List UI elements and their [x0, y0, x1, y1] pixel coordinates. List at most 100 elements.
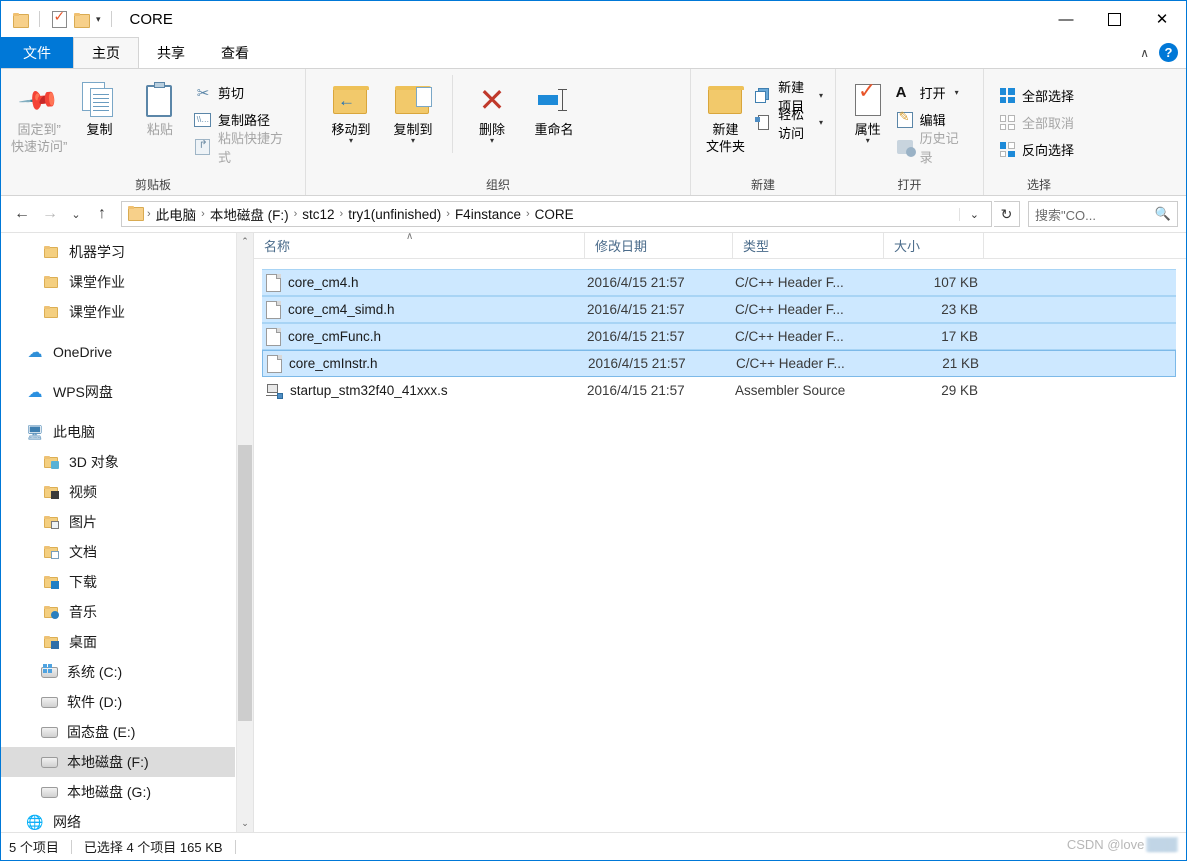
maximize-button[interactable]	[1090, 1, 1138, 37]
table-row[interactable]: core_cmInstr.h 2016/4/15 21:57 C/C++ Hea…	[262, 350, 1176, 377]
chevron-down-icon[interactable]: ▾	[955, 88, 959, 97]
explorer-body: 机器学习 课堂作业 课堂作业 ☁ OneDrive ☁ WPS网盘 🖥 此电脑 …	[1, 231, 1186, 832]
new-folder-button[interactable]: 新建 文件夹	[701, 75, 750, 155]
chevron-down-icon[interactable]: ▾	[349, 137, 353, 145]
scroll-up-icon[interactable]: ⌃	[237, 233, 253, 250]
column-type[interactable]: 类型	[733, 232, 884, 259]
tab-file[interactable]: 文件	[1, 37, 73, 68]
sidebar-item-system-c[interactable]: 系统 (C:)	[1, 657, 235, 687]
recent-locations-button[interactable]: ⌄	[65, 201, 87, 227]
scrollbar-thumb[interactable]	[238, 445, 252, 721]
sidebar-item-pictures[interactable]: 图片	[1, 507, 235, 537]
rename-button[interactable]: 重命名	[523, 75, 585, 138]
sidebar-item-classwork-1[interactable]: 课堂作业	[1, 267, 235, 297]
chevron-down-icon[interactable]: ▾	[411, 137, 415, 145]
forward-button[interactable]: →	[37, 201, 63, 227]
navigation-pane[interactable]: 机器学习 课堂作业 课堂作业 ☁ OneDrive ☁ WPS网盘 🖥 此电脑 …	[1, 233, 253, 832]
sidebar-item-drive-g[interactable]: 本地磁盘 (G:)	[1, 777, 235, 807]
breadcrumb-item-5[interactable]: CORE	[532, 207, 577, 222]
copy-button[interactable]: 复制	[69, 75, 129, 138]
breadcrumb-item-0[interactable]: 此电脑	[153, 204, 200, 224]
chevron-down-icon[interactable]: ▾	[490, 137, 494, 145]
tab-share[interactable]: 共享	[139, 37, 203, 68]
collapse-ribbon-icon[interactable]: ∧	[1140, 46, 1149, 60]
sidebar-item-network[interactable]: 🌐 网络	[1, 807, 235, 832]
drive-icon	[39, 692, 59, 712]
chevron-down-icon[interactable]: ▾	[819, 118, 823, 127]
breadcrumb-dropdown[interactable]: ⌄	[958, 207, 989, 221]
history-button[interactable]: 历史记录	[892, 131, 975, 165]
move-to-button[interactable]: ← 移动到 ▾	[320, 75, 382, 145]
open-with-button[interactable]: A 打开 ▾	[892, 80, 975, 105]
new-folder-quick-icon[interactable]	[70, 8, 92, 30]
select-all-button[interactable]: 全部选择	[994, 83, 1078, 108]
chevron-down-icon[interactable]: ▾	[819, 91, 823, 100]
crumb-sep-1: ›	[201, 208, 205, 220]
help-icon[interactable]: ?	[1159, 43, 1178, 62]
tab-home[interactable]: 主页	[73, 37, 139, 68]
breadcrumb-item-3[interactable]: try1(unfinished)	[345, 207, 444, 222]
cut-button[interactable]: ✂ 剪切	[190, 80, 297, 105]
paste-button[interactable]: 粘贴	[130, 75, 190, 138]
sidebar-item-wps-cloud[interactable]: ☁ WPS网盘	[1, 377, 235, 407]
sidebar-item-videos[interactable]: 视频	[1, 477, 235, 507]
sidebar-item-documents[interactable]: 文档	[1, 537, 235, 567]
sidebar-item-machine-learning[interactable]: 机器学习	[1, 237, 235, 267]
breadcrumb-item-1[interactable]: 本地磁盘 (F:)	[207, 204, 292, 224]
up-button[interactable]: ↑	[89, 201, 115, 227]
copy-to-button[interactable]: 复制到 ▾	[382, 75, 444, 145]
pin-to-quick-access-button[interactable]: 📌 固定到” 快速访问”	[9, 75, 69, 155]
back-button[interactable]: ←	[9, 201, 35, 227]
table-row[interactable]: core_cmFunc.h 2016/4/15 21:57 C/C++ Head…	[262, 323, 1176, 350]
chevron-down-icon[interactable]: ▾	[866, 137, 870, 145]
pin-label-line2: 快速访问”	[10, 139, 68, 154]
properties-button[interactable]: ✓ 属性 ▾	[844, 75, 892, 145]
search-input[interactable]: 搜索"CO... 🔍	[1028, 201, 1178, 227]
minimize-button[interactable]: —	[1042, 1, 1090, 37]
sidebar-item-onedrive[interactable]: ☁ OneDrive	[1, 337, 235, 367]
sidebar-item-this-pc[interactable]: 🖥 此电脑	[1, 417, 235, 447]
sidebar-item-label: 此电脑	[53, 424, 95, 440]
table-row[interactable]: core_cm4_simd.h 2016/4/15 21:57 C/C++ He…	[262, 296, 1176, 323]
table-row[interactable]: startup_stm32f40_41xxx.s 2016/4/15 21:57…	[262, 377, 1176, 404]
header-file-icon	[267, 354, 282, 373]
properties-quick-icon[interactable]	[48, 8, 70, 30]
column-size[interactable]: 大小	[884, 232, 984, 259]
search-icon[interactable]: 🔍	[1155, 206, 1171, 222]
sidebar-item-downloads[interactable]: 下载	[1, 567, 235, 597]
sidebar-item-label: 网络	[53, 814, 81, 830]
table-row[interactable]: core_cm4.h 2016/4/15 21:57 C/C++ Header …	[262, 269, 1176, 296]
sidebar-item-drive-d[interactable]: 软件 (D:)	[1, 687, 235, 717]
ribbon: 📌 固定到” 快速访问” 复制 粘贴 ✂ 剪切 \\… 复制路径 ↱ 粘贴快捷方…	[1, 68, 1186, 196]
system-drive-icon	[39, 662, 59, 682]
sidebar-item-3d-objects[interactable]: 3D 对象	[1, 447, 235, 477]
sidebar-item-label: 视频	[69, 484, 97, 500]
close-button[interactable]: ✕	[1138, 1, 1186, 37]
delete-button[interactable]: ✕ 删除 ▾	[461, 75, 523, 145]
easy-access-button[interactable]: 轻松访问 ▾	[750, 107, 827, 141]
qat-folder-icon[interactable]	[9, 8, 31, 30]
paste-shortcut-button[interactable]: 粘贴快捷方式	[190, 131, 297, 165]
breadcrumb[interactable]: › 此电脑 › 本地磁盘 (F:) › stc12 › try1(unfinis…	[121, 201, 992, 227]
chevron-down-icon[interactable]: ⌄	[958, 207, 989, 221]
breadcrumb-item-2[interactable]: stc12	[299, 207, 337, 222]
sidebar-item-music[interactable]: 音乐	[1, 597, 235, 627]
sidebar-item-desktop[interactable]: 桌面	[1, 627, 235, 657]
select-none-button[interactable]: 全部取消	[994, 110, 1078, 135]
column-type-label: 类型	[743, 239, 770, 254]
file-name: core_cmFunc.h	[288, 329, 382, 344]
column-date-modified[interactable]: 修改日期	[585, 232, 733, 259]
breadcrumb-item-4[interactable]: F4instance	[452, 207, 524, 222]
tab-view[interactable]: 查看	[203, 37, 267, 68]
properties-icon: ✓	[854, 79, 881, 121]
scroll-down-icon[interactable]: ⌄	[237, 815, 253, 832]
sidebar-item-classwork-2[interactable]: 课堂作业	[1, 297, 235, 327]
invert-selection-button[interactable]: 反向选择	[994, 137, 1078, 162]
crumb-sep-3: ›	[339, 208, 344, 220]
refresh-button[interactable]: ↻	[994, 201, 1020, 227]
sidebar-item-drive-e[interactable]: 固态盘 (E:)	[1, 717, 235, 747]
column-name[interactable]: 名称	[254, 232, 585, 259]
chevron-down-icon[interactable]: ▾	[96, 14, 101, 25]
sidebar-item-drive-f[interactable]: 本地磁盘 (F:)	[1, 747, 235, 777]
sidebar-scrollbar[interactable]: ⌃ ⌄	[236, 233, 253, 832]
